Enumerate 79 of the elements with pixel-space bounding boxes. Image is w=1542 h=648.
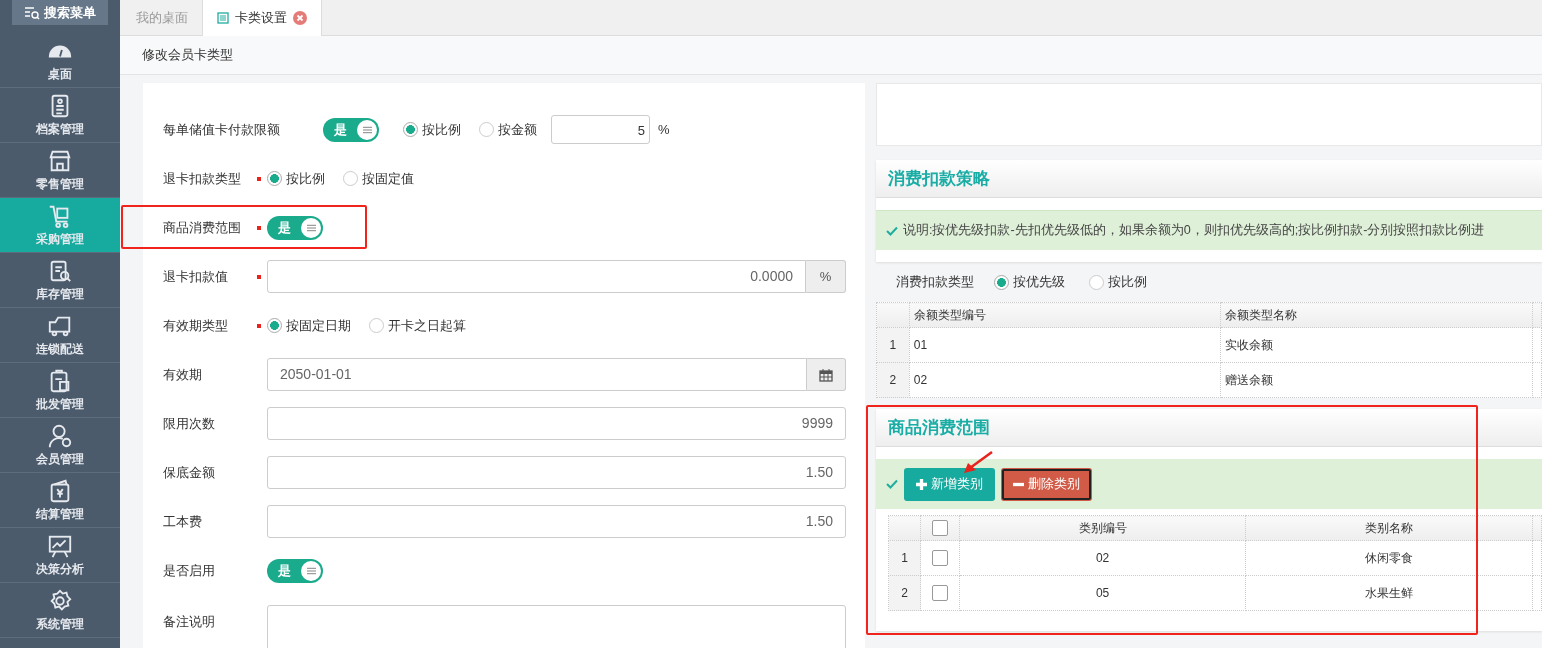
- radio-option[interactable]: 按固定值: [343, 169, 414, 188]
- input-field[interactable]: 0.0000: [267, 260, 806, 293]
- toggle-switch[interactable]: 是: [323, 117, 379, 142]
- table-cell: 水果生鲜: [1245, 575, 1533, 611]
- text-area[interactable]: [267, 605, 846, 648]
- field-label: 有效期: [163, 365, 203, 384]
- check-icon: [886, 225, 898, 236]
- page-title: 修改会员卡类型: [142, 46, 233, 64]
- sidebar-item[interactable]: 决策分析: [0, 528, 120, 583]
- radio-option[interactable]: 按比例: [267, 169, 325, 188]
- delete-button[interactable]: 删除类别: [1001, 467, 1092, 501]
- field-label: 限用次数: [163, 414, 216, 433]
- sidebar-item[interactable]: 连锁配送: [0, 308, 120, 363]
- radio-option[interactable]: 按比例: [1089, 273, 1147, 291]
- calendar-icon: [819, 367, 833, 382]
- table-cell: 02: [909, 362, 1221, 398]
- radio-option[interactable]: 按金额: [479, 120, 537, 139]
- note-text: 说明:按优先级扣款-先扣优先级低的，如果余额为0，则扣优先级高的;按比例扣款-分别按照扣款比例进: [903, 222, 1485, 239]
- toggle-switch[interactable]: 是: [267, 215, 323, 240]
- field-label: 退卡扣款值: [163, 267, 229, 286]
- input-field[interactable]: 1.50: [267, 456, 846, 489]
- menu-lines-icon: [306, 223, 316, 232]
- radio-option[interactable]: 按固定日期: [267, 316, 351, 335]
- toggle-switch[interactable]: 是: [267, 558, 323, 583]
- calendar-button[interactable]: [807, 358, 846, 391]
- section-title: 商品消费范围: [888, 417, 990, 439]
- column-header: 类别名称: [1245, 515, 1533, 541]
- list-icon: [217, 12, 229, 24]
- table-cell: 02: [959, 540, 1246, 576]
- field-label: 消费扣款类型: [896, 273, 974, 291]
- field-label: 退卡扣款类型: [163, 169, 242, 188]
- user-icon: [47, 422, 73, 449]
- row-number: 1: [888, 540, 921, 576]
- unit-label: %: [806, 260, 846, 293]
- row-number: 2: [876, 362, 910, 398]
- input-field[interactable]: 1.50: [267, 505, 846, 538]
- checkbox[interactable]: [932, 550, 949, 566]
- table-cell: 休闲零食: [1245, 540, 1533, 576]
- field-label: 备注说明: [163, 613, 216, 631]
- sidebar-item[interactable]: 会员管理: [0, 418, 120, 473]
- field-label: 工本费: [163, 512, 203, 531]
- field-label: 商品消费范围: [163, 218, 242, 237]
- checkbox[interactable]: [932, 585, 949, 601]
- sidebar-item[interactable]: 结算管理: [0, 473, 120, 528]
- sidebar-item[interactable]: 库存管理: [0, 253, 120, 308]
- search-icon: [24, 5, 40, 20]
- input-field[interactable]: 9999: [267, 407, 846, 440]
- sidebar-item[interactable]: 批发管理: [0, 363, 120, 418]
- row-number: 2: [888, 575, 921, 611]
- annotation-arrow: [962, 451, 994, 475]
- menu-lines-icon: [362, 125, 372, 134]
- radio-option[interactable]: 按优先级: [994, 273, 1065, 291]
- section-title: 消费扣款策略: [888, 168, 990, 190]
- menu-lines-icon: [306, 566, 316, 575]
- table-cell: 实收余额: [1220, 327, 1533, 363]
- radio-option[interactable]: 开卡之日起算: [369, 316, 466, 335]
- column-header: 余额类型名称: [1220, 302, 1533, 328]
- table-cell: 01: [909, 327, 1221, 363]
- table-cell: 赠送余额: [1220, 362, 1533, 398]
- radio-option[interactable]: 按比例: [403, 120, 461, 139]
- input-field[interactable]: 5: [551, 115, 650, 144]
- checkbox[interactable]: [932, 520, 949, 536]
- tab[interactable]: 卡类设置: [203, 0, 322, 36]
- sidebar-item[interactable]: 档案管理: [0, 88, 120, 143]
- field-label: 有效期类型: [163, 316, 229, 335]
- close-icon[interactable]: [293, 11, 307, 25]
- table-cell: 05: [959, 575, 1246, 611]
- field-label: 每单储值卡付款限额: [163, 120, 281, 139]
- field-label: 是否启用: [163, 561, 216, 580]
- unit-label: %: [658, 122, 670, 137]
- search-menu-button[interactable]: 搜索菜单: [12, 0, 108, 25]
- plus-icon: [916, 478, 927, 490]
- field-label: 保底金额: [163, 463, 216, 482]
- sidebar-item[interactable]: 系统管理: [0, 583, 120, 638]
- row-number: 1: [876, 327, 910, 363]
- column-header: 余额类型编号: [909, 302, 1221, 328]
- column-header: 类别编号: [959, 515, 1246, 541]
- input-field[interactable]: 2050-01-01: [267, 358, 807, 391]
- check-icon: [886, 479, 898, 489]
